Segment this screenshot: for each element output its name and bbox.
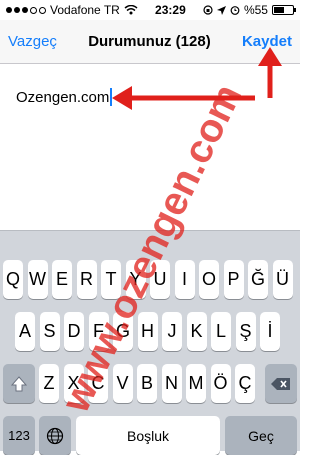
key-o[interactable]: O (199, 260, 219, 299)
key-ğ[interactable]: Ğ (248, 260, 268, 299)
return-key[interactable]: Geç (225, 416, 297, 455)
key-ü[interactable]: Ü (272, 260, 293, 299)
numbers-key[interactable]: 123 (3, 416, 35, 455)
battery-percent: %55 (243, 3, 268, 17)
backspace-icon (271, 377, 290, 390)
key-d[interactable]: D (64, 312, 84, 351)
key-j[interactable]: J (162, 312, 182, 351)
key-p[interactable]: P (223, 260, 244, 299)
key-g[interactable]: G (113, 312, 133, 351)
keyboard: Q W E R T Y U I O P Ğ Ü A S D F G H J K L Ş İ Z X C V B N M Ö Ç 123 Boşlu… (0, 230, 300, 455)
globe-key[interactable] (39, 416, 71, 455)
cancel-button[interactable]: Vazgeç (8, 33, 57, 50)
status-bar: Vodafone TR 23:29 %55 (0, 0, 300, 20)
save-button[interactable]: Kaydet (242, 33, 292, 50)
key-m[interactable]: M (186, 364, 206, 403)
nav-bar: Vazgeç Durumunuz (128) Kaydet (0, 20, 300, 64)
key-r[interactable]: R (76, 260, 97, 299)
shift-arrow-icon (10, 375, 28, 391)
status-text-area[interactable]: Ozengen.com (0, 64, 300, 230)
key-i[interactable]: I (174, 260, 195, 299)
key-ş[interactable]: Ş (235, 312, 256, 351)
key-h[interactable]: H (137, 312, 158, 351)
key-l[interactable]: L (211, 312, 231, 351)
key-q[interactable]: Q (3, 260, 23, 299)
key-ç[interactable]: Ç (235, 364, 255, 403)
shift-key[interactable] (3, 364, 35, 403)
space-key[interactable]: Boşluk (76, 416, 220, 455)
delete-key[interactable] (265, 364, 297, 403)
key-a[interactable]: A (15, 312, 35, 351)
key-b[interactable]: B (137, 364, 157, 403)
key-c[interactable]: C (88, 364, 108, 403)
wifi-icon (124, 5, 138, 15)
key-y[interactable]: Y (125, 260, 146, 299)
key-z[interactable]: Z (39, 364, 59, 403)
key-k[interactable]: K (186, 312, 207, 351)
key-ö[interactable]: Ö (210, 364, 231, 403)
key-x[interactable]: X (63, 364, 84, 403)
key-s[interactable]: S (39, 312, 60, 351)
globe-icon (46, 427, 64, 444)
key-f[interactable]: F (88, 312, 109, 351)
key-u[interactable]: U (150, 260, 170, 299)
key-i̇[interactable]: İ (260, 312, 280, 351)
key-n[interactable]: N (161, 364, 182, 403)
key-e[interactable]: E (52, 260, 72, 299)
status-text-value: Ozengen.com (16, 89, 110, 106)
rotation-lock-icon (203, 5, 213, 15)
key-w[interactable]: W (27, 260, 48, 299)
location-arrow-icon (216, 5, 226, 15)
key-t[interactable]: T (101, 260, 121, 299)
status-time: 23:29 (155, 3, 186, 17)
text-caret (110, 88, 113, 106)
alarm-clock-icon (230, 6, 240, 15)
key-v[interactable]: V (112, 364, 133, 403)
signal-dots-icon (6, 6, 46, 14)
battery-icon (271, 5, 296, 15)
carrier-label: Vodafone TR (50, 3, 120, 17)
page-title: Durumunuz (128) (88, 33, 211, 50)
